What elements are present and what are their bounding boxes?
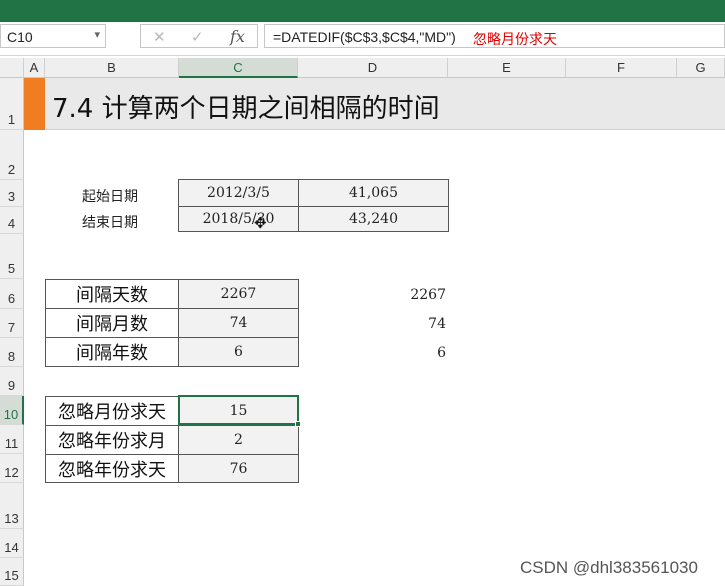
- formula-input[interactable]: =DATEDIF($C$3,$C$4,"MD") 忽略月份求天: [264, 24, 725, 48]
- chevron-down-icon[interactable]: ▾: [94, 28, 100, 41]
- interval-days-value[interactable]: 2267: [178, 279, 299, 309]
- row-header-2[interactable]: 2: [0, 130, 24, 180]
- start-serial-cell[interactable]: 41,065: [298, 179, 449, 207]
- interval-months-value[interactable]: 74: [178, 308, 299, 338]
- e-months-value[interactable]: 74: [386, 316, 446, 332]
- column-header-b[interactable]: B: [45, 58, 179, 78]
- formula-buttons: ✕ ✓ fx: [140, 24, 258, 48]
- column-header-g[interactable]: G: [677, 58, 725, 78]
- column-header-a[interactable]: A: [24, 58, 45, 78]
- ignore-month-day-label[interactable]: 忽略月份求天: [45, 396, 179, 426]
- cancel-icon[interactable]: ✕: [153, 28, 166, 46]
- formula-annotation: 忽略月份求天: [473, 31, 557, 47]
- enter-icon[interactable]: ✓: [191, 28, 204, 46]
- end-date-label: 结束日期: [82, 215, 138, 231]
- row-header-8[interactable]: 8: [0, 338, 24, 367]
- ignore-year-day-value[interactable]: 76: [178, 454, 299, 483]
- row-header-6[interactable]: 6: [0, 279, 24, 309]
- row-header-10[interactable]: 10: [0, 396, 24, 425]
- row-header-9[interactable]: 9: [0, 367, 24, 396]
- select-all-corner[interactable]: [0, 58, 24, 78]
- ignore-year-day-label[interactable]: 忽略年份求天: [45, 454, 179, 483]
- move-cursor-icon: ✥: [254, 214, 267, 232]
- active-cell-selection[interactable]: [178, 395, 299, 425]
- row-header-14[interactable]: 14: [0, 529, 24, 558]
- name-box-value: C10: [7, 29, 33, 45]
- ignore-year-month-value[interactable]: 2: [178, 425, 299, 455]
- end-serial-cell[interactable]: 43,240: [298, 206, 449, 232]
- page-title: 7.4 计算两个日期之间相隔的时间: [52, 94, 440, 124]
- formula-text: =DATEDIF($C$3,$C$4,"MD"): [273, 29, 456, 45]
- interval-days-label[interactable]: 间隔天数: [45, 279, 179, 309]
- row-header-3[interactable]: 3: [0, 180, 24, 207]
- interval-years-value[interactable]: 6: [178, 337, 299, 367]
- row-header-4[interactable]: 4: [0, 207, 24, 234]
- interval-years-label[interactable]: 间隔年数: [45, 337, 179, 367]
- fill-handle[interactable]: [295, 421, 301, 427]
- interval-months-label[interactable]: 间隔月数: [45, 308, 179, 338]
- e-days-value[interactable]: 2267: [386, 287, 446, 303]
- e-years-value[interactable]: 6: [386, 345, 446, 361]
- column-header-d[interactable]: D: [298, 58, 448, 78]
- row-header-7[interactable]: 7: [0, 309, 24, 338]
- row-header-1[interactable]: 1: [0, 78, 24, 130]
- column-header-f[interactable]: F: [566, 58, 677, 78]
- column-header-e[interactable]: E: [448, 58, 566, 78]
- start-date-label: 起始日期: [82, 189, 138, 205]
- column-header-c[interactable]: C: [179, 58, 298, 78]
- end-date-cell[interactable]: 2018/5/30: [178, 206, 299, 232]
- row-header-13[interactable]: 13: [0, 483, 24, 529]
- start-date-cell[interactable]: 2012/3/5: [178, 179, 299, 207]
- row-header-5[interactable]: 5: [0, 234, 24, 279]
- ignore-year-month-label[interactable]: 忽略年份求月: [45, 425, 179, 455]
- row-header-12[interactable]: 12: [0, 454, 24, 483]
- ribbon-strip: [0, 0, 725, 22]
- insert-function-icon[interactable]: fx: [230, 27, 245, 46]
- row-header-15[interactable]: 15: [0, 558, 24, 586]
- name-box[interactable]: C10 ▾: [0, 24, 106, 48]
- title-accent-bar: [24, 78, 45, 130]
- watermark: CSDN @dhl383561030: [520, 558, 698, 577]
- row-header-11[interactable]: 11: [0, 425, 24, 454]
